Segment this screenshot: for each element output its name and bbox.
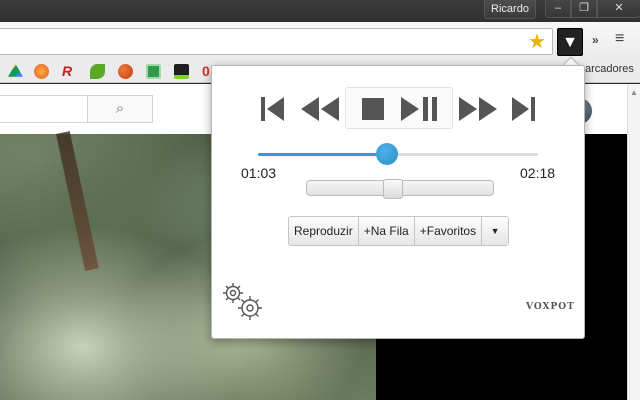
- window-controls: – ❐ ✕: [545, 0, 640, 19]
- previous-track-icon[interactable]: [260, 94, 286, 124]
- voxpot-popup: 01:03 02:18 Reproduzir +Na Fila +Favorit…: [211, 65, 585, 339]
- chrome-menu-icon[interactable]: ≡: [615, 30, 624, 48]
- page-scrollbar[interactable]: ▲: [627, 84, 640, 400]
- bookmark-dark-icon[interactable]: [174, 64, 189, 79]
- volume-handle[interactable]: [382, 179, 403, 199]
- scroll-up-icon[interactable]: ▲: [630, 88, 638, 97]
- address-bar[interactable]: [0, 28, 553, 55]
- window-titlebar: Ricardo – ❐ ✕: [0, 0, 640, 22]
- bookmark-leaf-icon[interactable]: [90, 64, 105, 79]
- bookmark-circle-icon[interactable]: [118, 64, 133, 79]
- seek-slider[interactable]: [258, 143, 538, 165]
- seek-handle[interactable]: [376, 143, 399, 165]
- stop-icon[interactable]: [360, 94, 386, 124]
- search-icon: ⌕: [115, 100, 125, 117]
- total-time: 02:18: [520, 165, 556, 181]
- play-pause-icon[interactable]: [399, 94, 441, 124]
- extensions-overflow-button[interactable]: »: [592, 33, 599, 47]
- bookmark-firefox-icon[interactable]: [34, 64, 49, 79]
- add-to-favorites-button[interactable]: +Favoritos: [414, 217, 483, 245]
- voxpot-extension-button[interactable]: ▼: [557, 28, 583, 56]
- minimize-button[interactable]: –: [545, 0, 571, 18]
- fast-forward-icon[interactable]: [457, 94, 499, 124]
- bookmarks-folder-label[interactable]: arcadores: [585, 63, 634, 75]
- close-button[interactable]: ✕: [597, 0, 640, 18]
- bookmark-star-icon[interactable]: ★: [528, 30, 546, 54]
- add-to-queue-button[interactable]: +Na Fila: [358, 217, 415, 245]
- voxpot-logo: VOXPOT: [526, 302, 575, 312]
- bookmark-drive-icon[interactable]: [8, 64, 23, 77]
- current-time: 01:03: [241, 165, 277, 181]
- next-track-icon[interactable]: [510, 94, 536, 124]
- restore-button[interactable]: ❐: [571, 0, 597, 18]
- profile-button[interactable]: Ricardo: [484, 0, 536, 19]
- bookmark-green-icon[interactable]: [146, 64, 161, 79]
- volume-slider[interactable]: [306, 179, 494, 199]
- more-options-dropdown[interactable]: ▼: [482, 217, 509, 245]
- rewind-icon[interactable]: [299, 94, 341, 124]
- action-button-group: Reproduzir +Na Fila +Favoritos ▼: [288, 216, 510, 246]
- site-search-button[interactable]: ⌕: [87, 95, 153, 123]
- settings-gear-icon[interactable]: [221, 281, 265, 328]
- play-now-button[interactable]: Reproduzir: [289, 217, 359, 245]
- bookmark-r-icon[interactable]: R: [62, 64, 77, 79]
- site-search-input[interactable]: [0, 95, 88, 123]
- seek-progress: [258, 153, 388, 156]
